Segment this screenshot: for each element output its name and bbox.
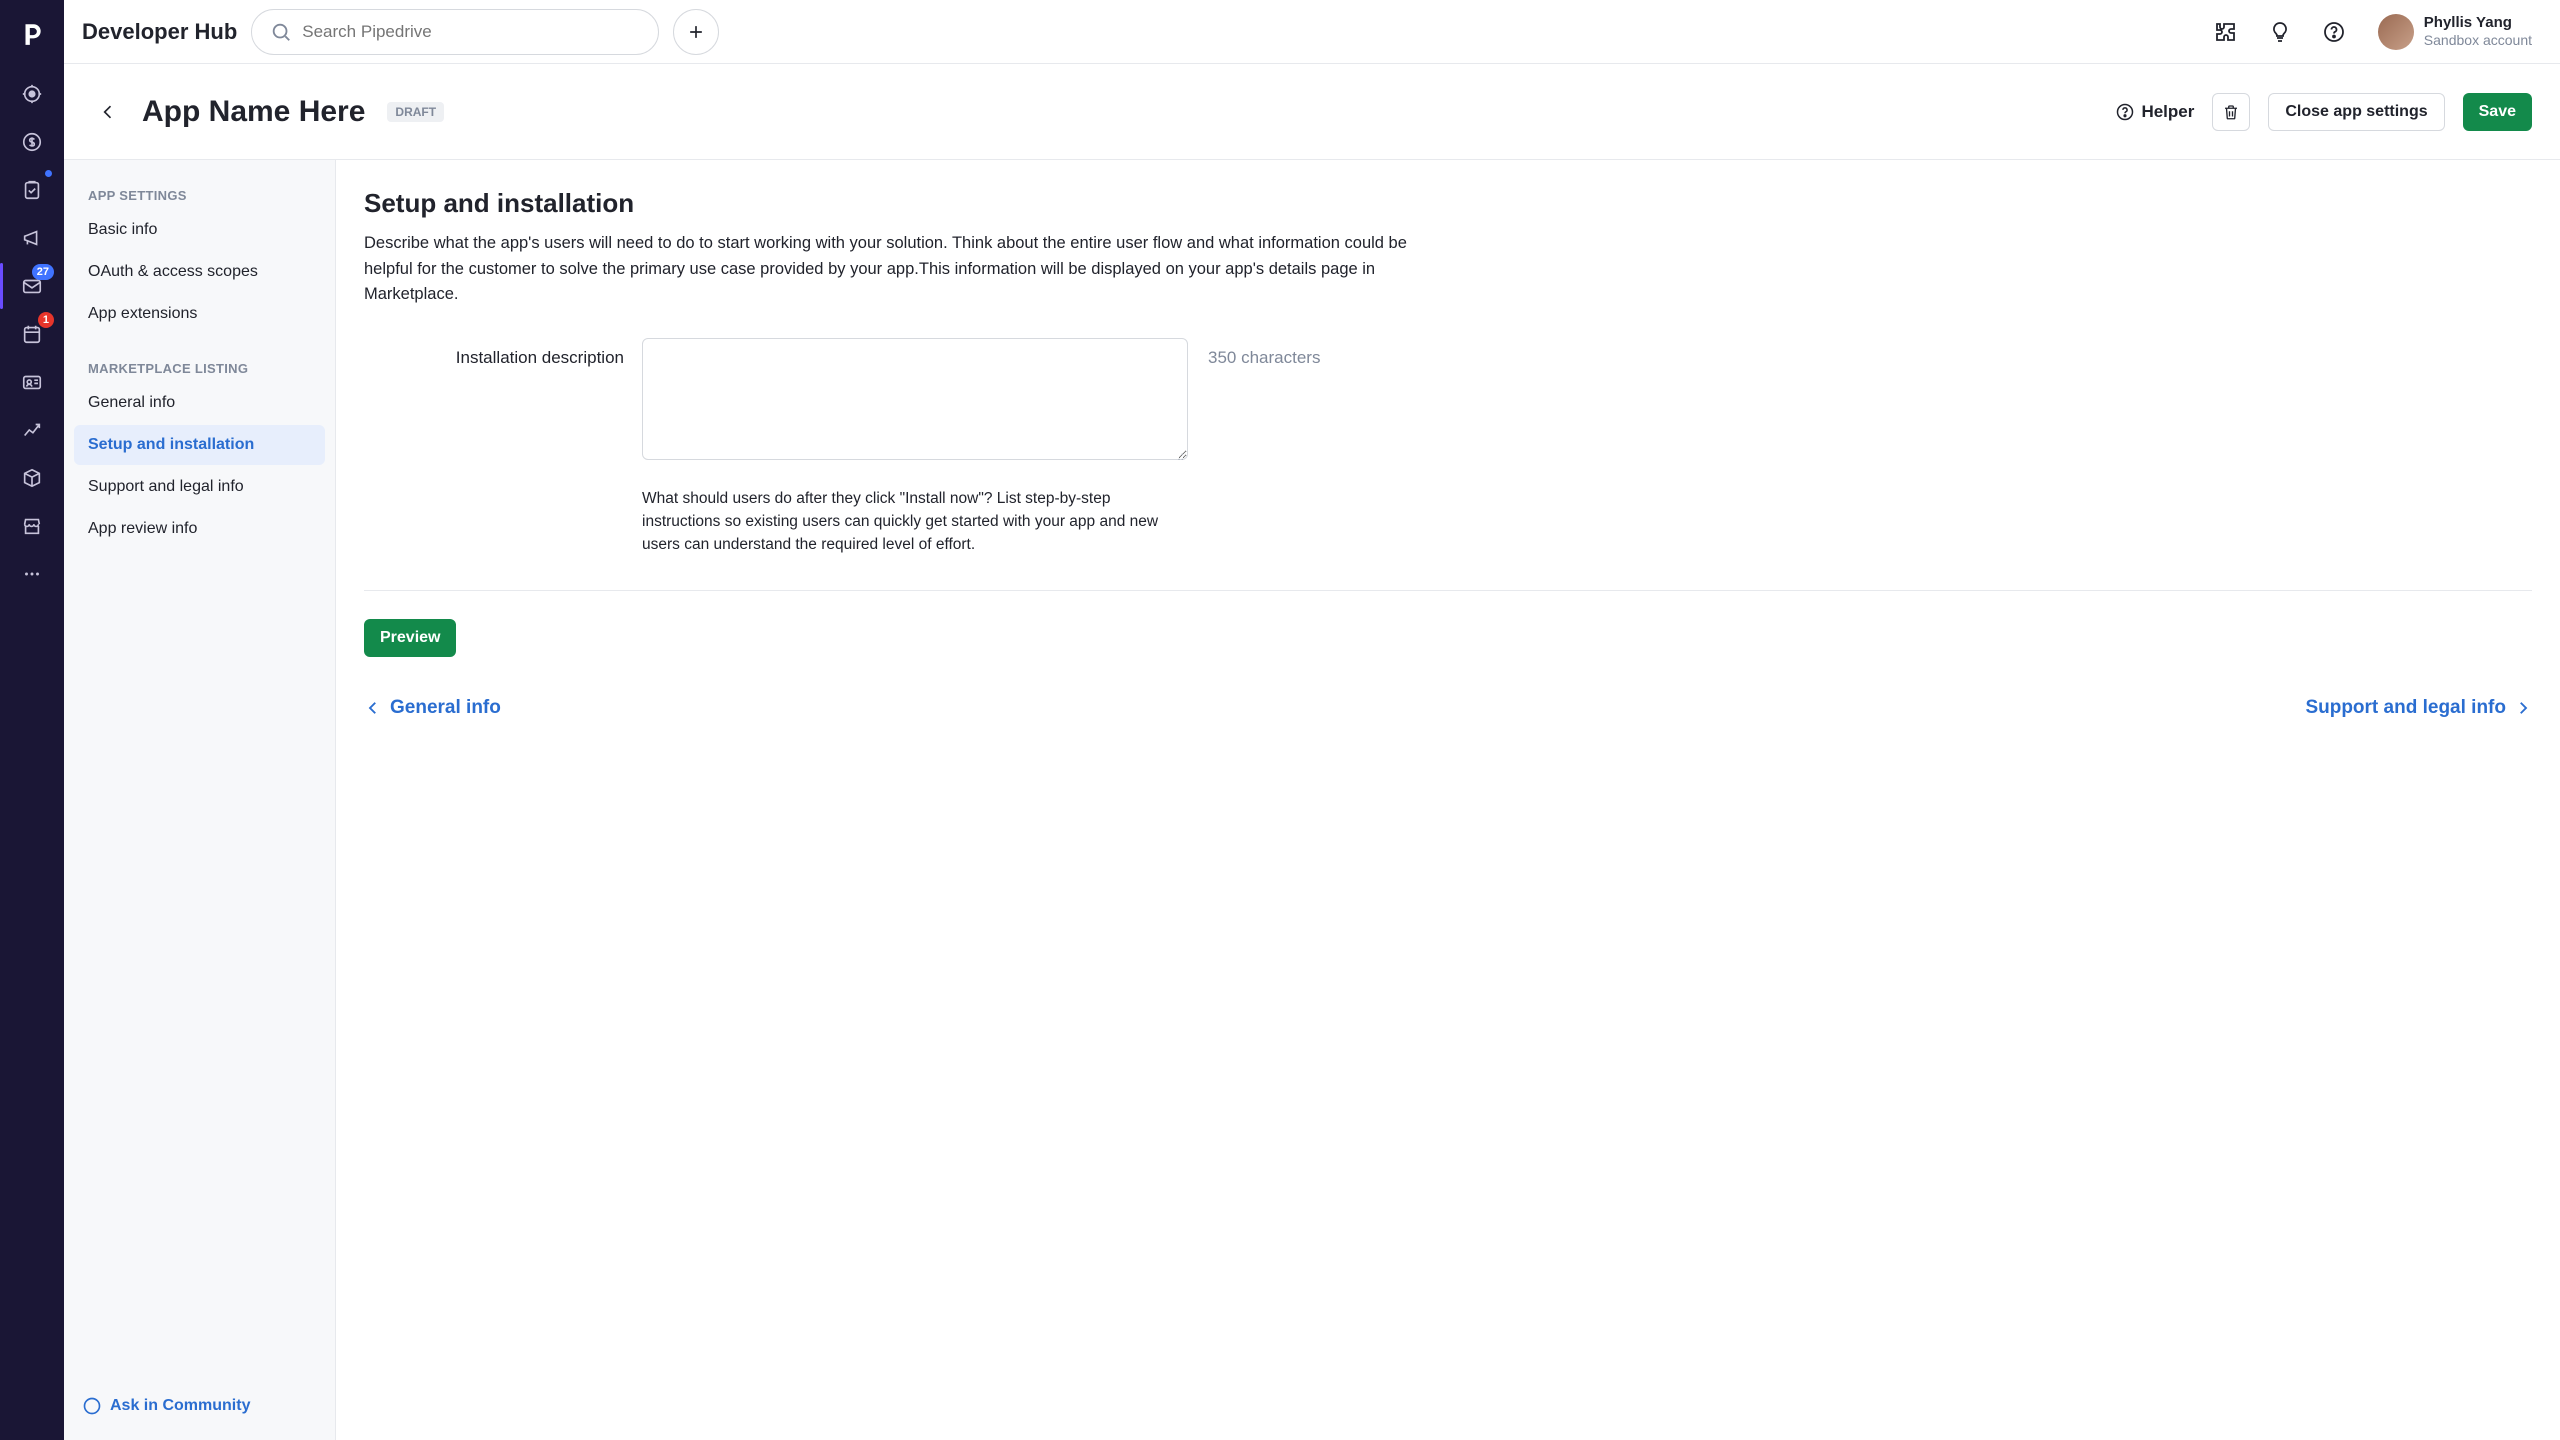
lightbulb-icon [2268,20,2292,44]
body-row: APP SETTINGS Basic info OAuth & access s… [64,160,2560,1440]
extensions-button[interactable] [2206,12,2246,52]
quick-add-button[interactable] [673,9,719,55]
sidebar-item-oauth[interactable]: OAuth & access scopes [74,252,325,292]
sidebar-section-app: APP SETTINGS [74,180,325,209]
nav-products[interactable] [12,458,52,498]
installation-description-input[interactable] [642,338,1188,460]
sidebar-item-review[interactable]: App review info [74,509,325,549]
helper-toggle[interactable]: Helper [2115,102,2194,122]
arrow-right-icon [2514,699,2532,717]
main-column: Developer Hub [64,0,2560,1440]
nav-mail[interactable]: 27 [12,266,52,306]
nav-insights[interactable] [12,410,52,450]
dollar-circle-icon [21,131,43,153]
nav-focus[interactable] [12,74,52,114]
mail-badge: 27 [32,264,54,280]
prev-step-link[interactable]: General info [364,697,501,719]
pipedrive-logo-icon [19,21,45,47]
prev-step-label: General info [390,697,501,719]
ask-community-link[interactable]: Ask in Community [82,1396,250,1416]
app-title: App Name Here [142,95,365,129]
sidebar-item-support[interactable]: Support and legal info [74,467,325,507]
settings-sidebar: APP SETTINGS Basic info OAuth & access s… [64,160,336,1440]
calendar-badge: 1 [38,312,54,328]
delete-button[interactable] [2212,93,2250,131]
divider [364,590,2532,591]
calendar-icon [21,323,43,345]
status-badge: DRAFT [387,102,444,122]
next-step-link[interactable]: Support and legal info [2305,697,2532,719]
puzzle-icon [2214,20,2238,44]
tips-button[interactable] [2260,12,2300,52]
box-icon [21,467,43,489]
help-button[interactable] [2314,12,2354,52]
nav-campaigns[interactable] [12,218,52,258]
clipboard-check-icon [21,179,43,201]
chat-icon [82,1396,102,1416]
nav-projects[interactable] [12,170,52,210]
user-account: Sandbox account [2424,32,2532,49]
step-nav: General info Support and legal info [364,697,2532,719]
sidebar-section-marketplace: MARKETPLACE LISTING [74,353,325,382]
plus-icon [686,22,706,42]
char-count: 350 characters [1206,338,1320,368]
page-title: Setup and installation [364,188,2532,219]
help-circle-icon [2115,102,2135,122]
arrow-left-icon [364,699,382,717]
close-app-settings-button[interactable]: Close app settings [2268,93,2444,131]
page-header: App Name Here DRAFT Helper Close app set… [64,64,2560,160]
nav-contacts[interactable] [12,362,52,402]
hub-title: Developer Hub [78,19,237,45]
search-icon [270,21,292,43]
nav-deals[interactable] [12,122,52,162]
page-lead: Describe what the app's users will need … [364,231,1424,308]
storefront-icon [21,515,43,537]
preview-button[interactable]: Preview [364,619,456,657]
sidebar-item-general-info[interactable]: General info [74,383,325,423]
trash-icon [2222,103,2240,121]
save-button[interactable]: Save [2463,93,2532,131]
chart-arrow-icon [21,419,43,441]
nav-marketplace[interactable] [12,506,52,546]
next-step-label: Support and legal info [2305,697,2506,719]
avatar [2378,14,2414,50]
megaphone-icon [21,227,43,249]
dots-horizontal-icon [21,563,43,585]
nav-more[interactable] [12,554,52,594]
global-search[interactable] [251,9,659,55]
target-icon [21,83,43,105]
search-input[interactable] [302,22,640,42]
installation-description-row: Installation description .: What should … [364,338,2532,557]
topbar: Developer Hub [64,0,2560,64]
nav-calendar[interactable]: 1 [12,314,52,354]
vertical-nav: 27 1 [0,0,64,1440]
pipedrive-logo[interactable] [12,14,52,54]
notification-dot-icon [45,170,52,177]
helper-label: Helper [2141,102,2194,122]
sidebar-item-setup[interactable]: Setup and installation [74,425,325,465]
sidebar-item-extensions[interactable]: App extensions [74,294,325,334]
back-button[interactable] [92,96,124,128]
id-card-icon [21,371,43,393]
field-help: What should users do after they click "I… [642,487,1172,557]
user-menu[interactable]: Phyllis Yang Sandbox account [2378,14,2532,50]
field-label: Installation description [364,338,624,368]
help-circle-icon [2322,20,2346,44]
content: Setup and installation Describe what the… [336,160,2560,1440]
arrow-left-icon [98,102,118,122]
user-name: Phyllis Yang [2424,14,2532,32]
ask-community-label: Ask in Community [110,1397,250,1415]
sidebar-item-basic-info[interactable]: Basic info [74,210,325,250]
